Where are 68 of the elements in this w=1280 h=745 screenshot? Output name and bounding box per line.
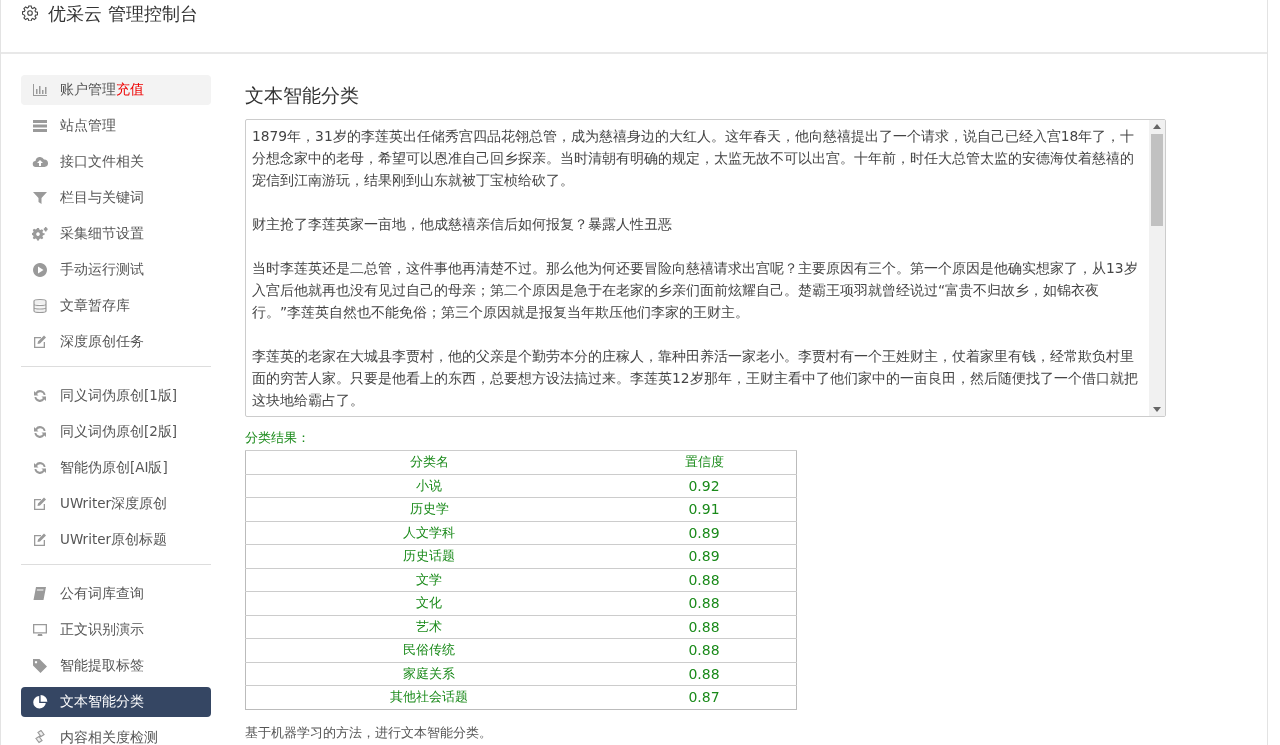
scrollbar[interactable] xyxy=(1149,120,1165,416)
table-cell: 0.87 xyxy=(612,685,797,709)
sidebar-item[interactable]: 内容相关度检测 xyxy=(21,723,211,745)
scroll-up-arrow-icon[interactable] xyxy=(1153,124,1161,129)
sidebar-item[interactable]: 站点管理 xyxy=(21,111,211,141)
table-cell: 人文学科 xyxy=(245,521,613,545)
sidebar-item[interactable]: 同义词伪原创[2版] xyxy=(21,417,211,447)
sidebar-item[interactable]: 手动运行测试 xyxy=(21,255,211,285)
bar-chart-icon xyxy=(32,82,48,98)
table-cell: 0.88 xyxy=(612,615,797,639)
sidebar-item[interactable]: 智能伪原创[AI版] xyxy=(21,453,211,483)
edit-icon xyxy=(32,334,48,350)
description-text: 基于机器学习的方法，进行文本智能分类。 xyxy=(245,723,493,742)
gears-icon xyxy=(32,226,48,242)
table-cell: 文学 xyxy=(245,568,613,592)
column-header: 置信度 xyxy=(612,450,797,474)
sidebar-item[interactable]: 账户管理充值 xyxy=(21,75,211,105)
sidebar-item[interactable]: 栏目与关键词 xyxy=(21,183,211,213)
table-cell: 艺术 xyxy=(245,615,613,639)
play-icon xyxy=(32,262,48,278)
sidebar-item[interactable]: 深度原创任务 xyxy=(21,327,211,357)
text-area[interactable]: 1879年，31岁的李莲英出任储秀宫四品花翎总管，成为慈禧身边的大红人。这年春天，他向慈禧提出了一个请求，说自己已经入宫18年了，十分想念家中的老母，希望可以恩准自己回乡探亲。当时清朝有明确的规定，太监无故不可以出宫。十年前，时任大总管太监的安德海仗着慈禧的宠信到江南游玩，结果刚到山东就被丁宝桢给砍了。 财主抢了李莲英家一亩地，他成慈禧亲信后如何报复？暴露人性丑恶 当时李莲英还是二总管，这件事他再清楚不过。那么他为何还要冒险向慈禧请求出宫呢？主要原因有三个。第一个原因是他确实想家了，从13岁入宫后他就再也没有见过自己的母亲；第二个原因是急于在老家的乡亲们面前炫耀自己。楚霸王项羽就曾经说过“富贵不归故乡，如锦衣夜行。”李莲英自然也不能免俗；第三个原因就是报复当年欺压他们李家的王财主。 李莲英的老家在大城县李贾村，他的父亲是个勤劳本分的庄稼人，靠种田养活一家老小。李贾村有一个王姓财主，仗着家里有钱，经常欺负村里面的穷苦人家。只要是他看上的东西，总要想方设法搞过来。李莲英12岁那年，王财主看中了他们家中的一亩良田，然后随便找了一个借口就把这块地给霸占了。 xyxy=(245,119,1166,417)
table-cell: 文化 xyxy=(245,591,613,615)
sidebar-item[interactable]: 文章暂存库 xyxy=(21,291,211,321)
table-cell: 0.88 xyxy=(612,662,797,686)
edit-icon xyxy=(32,532,48,548)
refresh-icon xyxy=(32,460,48,476)
table-cell: 0.89 xyxy=(612,521,797,545)
sidebar-item[interactable]: UWriter原创标题 xyxy=(21,525,211,555)
database-icon xyxy=(32,298,48,314)
monitor-icon xyxy=(32,622,48,638)
table-cell: 0.91 xyxy=(612,497,797,521)
table-cell: 0.88 xyxy=(612,568,797,592)
page-heading: 文本智能分类 xyxy=(245,83,360,108)
book-icon xyxy=(32,586,48,602)
cloud-icon xyxy=(32,154,48,170)
sidebar-item[interactable]: 文本智能分类 xyxy=(21,687,211,717)
table-cell: 0.88 xyxy=(612,591,797,615)
pie-icon xyxy=(32,694,48,710)
scroll-down-arrow-icon[interactable] xyxy=(1153,407,1161,412)
sidebar-item[interactable]: 同义词伪原创[1版] xyxy=(21,381,211,411)
sidebar-item[interactable]: UWriter深度原创 xyxy=(21,489,211,519)
table-cell: 民俗传统 xyxy=(245,638,613,662)
scroll-thumb[interactable] xyxy=(1151,134,1163,226)
app-title: 优采云 管理控制台 xyxy=(48,4,198,24)
sidebar-item[interactable]: 采集细节设置 xyxy=(21,219,211,249)
edit-icon xyxy=(32,496,48,512)
table-cell: 小说 xyxy=(245,474,613,498)
table-cell: 0.88 xyxy=(612,638,797,662)
table-cell: 其他社会话题 xyxy=(245,685,613,709)
settings-icon xyxy=(22,5,38,21)
sidebar-item[interactable]: 公有词库查询 xyxy=(21,579,211,609)
tag-icon xyxy=(32,658,48,674)
sidebar-item[interactable]: 接口文件相关 xyxy=(21,147,211,177)
link-icon xyxy=(32,730,48,745)
table-cell: 0.89 xyxy=(612,544,797,568)
table-cell: 0.92 xyxy=(612,474,797,498)
refresh-icon xyxy=(32,424,48,440)
sidebar-item[interactable]: 正文识别演示 xyxy=(21,615,211,645)
server-icon xyxy=(32,118,48,134)
refresh-icon xyxy=(32,388,48,404)
column-header: 分类名 xyxy=(245,450,613,474)
table-cell: 家庭关系 xyxy=(245,662,613,686)
sidebar-item[interactable]: 智能提取标签 xyxy=(21,651,211,681)
table-cell: 历史学 xyxy=(245,497,613,521)
result-label: 分类结果： xyxy=(245,429,311,447)
table-cell: 历史话题 xyxy=(245,544,613,568)
filter-icon xyxy=(32,190,48,206)
